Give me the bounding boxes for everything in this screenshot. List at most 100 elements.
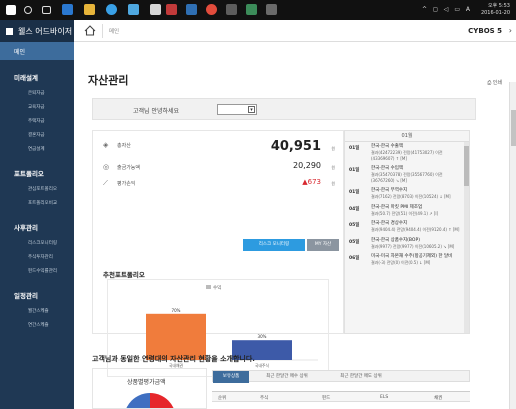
- home-icon[interactable]: [84, 25, 96, 36]
- divider: [102, 23, 103, 38]
- sidebar-section-aftercare[interactable]: 사후관리: [0, 210, 74, 236]
- calendar-item-detail: 결과(42472239) 전망(41753027) 이전(43369607) ↑…: [371, 150, 443, 161]
- app-icon[interactable]: [186, 4, 197, 15]
- sidebar-section-future-plan[interactable]: 미래설계: [0, 60, 74, 86]
- unit-label: 원: [331, 181, 335, 186]
- unit-label: 원: [331, 165, 335, 170]
- windows-start-icon[interactable]: [6, 5, 16, 15]
- asset-summary-panel: ◈ 총자산 40,951 원 ◎ 출금가능액 20,290 원 ⟋ 평가손익 ▲…: [92, 130, 344, 377]
- calendar-item[interactable]: 01일 한국-한국 무역수지 결과(7162) 전망(8703) 이전(10524)…: [345, 186, 469, 203]
- calendar-item-date: 04일: [349, 206, 360, 212]
- peer-tabs: 보유상품 최근 한달간 매수 상위 최근 한달간 매도 상위: [212, 370, 470, 383]
- calendar-item[interactable]: 01일 한국-한국 수출액 결과(42472239) 전망(41753027) 이전…: [345, 142, 469, 164]
- tab-top-buys[interactable]: 최근 한달간 매수 상위: [251, 371, 323, 383]
- chrome-icon[interactable]: [206, 4, 217, 15]
- total-asset-label: 총자산: [117, 143, 131, 149]
- bar-value-label: 70%: [172, 308, 181, 313]
- store-icon[interactable]: [128, 4, 139, 15]
- input-language-indicator[interactable]: A: [466, 6, 472, 13]
- total-asset-value: 40,951: [270, 139, 321, 154]
- ie-browser-icon[interactable]: [106, 4, 117, 15]
- calendar-item-detail: 결과(9977) 전망(9977) 이전(10605.2) ↘ [M]: [371, 243, 455, 249]
- app-icon[interactable]: [166, 4, 177, 15]
- menu-toggle-icon[interactable]: [6, 27, 13, 35]
- breadcrumb[interactable]: 메인: [109, 27, 119, 35]
- sidebar-item-stock-management[interactable]: 주식투자관리: [0, 250, 74, 264]
- greeting-text: 고객님 안녕하세요: [133, 108, 180, 115]
- column-fund: 펀드: [322, 396, 331, 401]
- unit-label: 원: [331, 146, 335, 151]
- donut-chart: [126, 393, 174, 408]
- withdrawable-row: ◎ 출금가능액 20,290 원: [103, 161, 335, 173]
- calendar-item[interactable]: 06일 미국-미국 자본재 수주(항공기제외) 한 달비 결과(-3) 전망(0) …: [345, 252, 469, 269]
- sidebar-item-home[interactable]: 메인: [0, 42, 74, 60]
- search-icon[interactable]: [24, 6, 32, 14]
- risk-monitoring-button[interactable]: 리스크 모니터링: [243, 239, 305, 251]
- product-valuation-chart: 상품별평가금액: [92, 368, 207, 409]
- customer-select[interactable]: ▾: [217, 104, 257, 115]
- chevron-down-icon[interactable]: ▾: [248, 106, 255, 113]
- sidebar-item-compare-portfolio[interactable]: 포트폴리오비교: [0, 196, 74, 210]
- sidebar-item-risk-monitoring[interactable]: 리스크모니터링: [0, 236, 74, 250]
- sidebar-item-wedding[interactable]: 결혼자금: [0, 128, 74, 142]
- page-scrollbar[interactable]: [509, 82, 516, 409]
- calendar-item-detail: 결과(7162) 전망(8703) 이전(10524) ↓ [M]: [371, 194, 451, 199]
- print-button[interactable]: ⎙ 인쇄: [487, 79, 502, 86]
- calendar-item-date: 05일: [349, 223, 360, 228]
- calendar-item-date: 05일: [349, 239, 360, 245]
- app-icon[interactable]: [266, 4, 277, 15]
- page-scroll-thumb[interactable]: [511, 110, 516, 146]
- sidebar-item-monthly-schedule[interactable]: 월간스케쥴: [0, 304, 74, 318]
- calendar-list: 01일 한국-한국 수출액 결과(42472239) 전망(41753027) 이전…: [345, 142, 469, 269]
- my-asset-button[interactable]: MY 자산: [307, 239, 339, 251]
- calendar-item-date: 01일: [349, 168, 360, 173]
- edge-browser-icon[interactable]: [62, 4, 73, 15]
- sidebar-section-portfolio[interactable]: 포트폴리오: [0, 156, 74, 182]
- calendar-item[interactable]: 04일 한국-한국 마킷 PMI 제조업 결과(50.7) 전망(51) 이전(49…: [345, 203, 469, 220]
- chevron-right-icon[interactable]: ›: [509, 26, 512, 35]
- file-explorer-icon[interactable]: [84, 4, 95, 15]
- system-tray[interactable]: ^ ◻ ◁ ▭ A: [422, 6, 472, 13]
- calendar-item-detail: 결과(50.7) 전망(51) 이전(49.1) ↗ [I]: [371, 210, 439, 216]
- cash-icon: ◎: [103, 163, 110, 171]
- sidebar-item-education[interactable]: 교육자금: [0, 100, 74, 114]
- peer-table-header: 순위 주식 펀드 ELS 채권: [212, 391, 470, 402]
- task-view-icon[interactable]: [42, 6, 51, 14]
- customer-greeting-box: 고객님 안녕하세요 ▾: [92, 98, 476, 120]
- calendar-scrollbar[interactable]: [464, 142, 469, 333]
- recommended-portfolio-title: 추천포트폴리오: [103, 271, 145, 279]
- sidebar-item-retirement[interactable]: 은퇴자금: [0, 86, 74, 100]
- sidebar-item-yearly-schedule[interactable]: 연간스케쥴: [0, 318, 74, 332]
- app-header: 웰스 어드바이저: [0, 20, 74, 42]
- clock-time: 오후 5:53: [487, 3, 510, 9]
- peer-status-title: 고객님과 동일한 연령대의 자산관리 현황을 소개합니다.: [92, 355, 255, 363]
- tab-top-sells[interactable]: 최근 한달간 매도 상위: [325, 371, 397, 383]
- donut-slice-blue: [126, 393, 150, 408]
- calendar-item[interactable]: 05일 한국-한국 상품수지(BOP) 결과(9977) 전망(9977) 이전(1…: [345, 236, 469, 253]
- donut-slice-red: [150, 393, 174, 408]
- calendar-item-detail: 결과(-3) 전망(0) 이전(0.5) ↓ [M]: [371, 260, 431, 265]
- clock[interactable]: 오후 5:53 2016-01-20: [481, 3, 510, 17]
- brand-label: CYBOS 5: [468, 27, 502, 35]
- calendar-scroll-thumb[interactable]: [464, 146, 469, 186]
- app-icon[interactable]: [246, 4, 257, 15]
- pnl-value: ▲673: [302, 178, 321, 186]
- calendar-item[interactable]: 05일 한국-한국 경상수지 결과(9404.4) 전망(9404.4) 이전(91…: [345, 219, 469, 236]
- clock-date: 2016-01-20: [480, 10, 510, 16]
- sidebar-item-housing[interactable]: 주택자금: [0, 114, 74, 128]
- calendar-item-date: 06일: [349, 256, 360, 261]
- tab-holdings[interactable]: 보유상품: [213, 371, 249, 383]
- calendar-month-header: 01월: [345, 131, 469, 142]
- app-title: 웰스 어드바이저: [18, 26, 73, 36]
- app-icon[interactable]: [150, 4, 161, 15]
- calendar-item-date: 01일: [349, 146, 360, 151]
- calendar-item[interactable]: 01일 한국-한국 수입액 결과(35470378) 전망(35567760) 이전…: [345, 164, 469, 186]
- app-icon[interactable]: [226, 4, 237, 15]
- sidebar-item-pension[interactable]: 연금설계: [0, 142, 74, 156]
- sidebar-item-fund-returns[interactable]: 펀드수익률관리: [0, 264, 74, 278]
- withdrawable-value: 20,290: [293, 161, 321, 170]
- sidebar-section-schedule[interactable]: 일정관리: [0, 278, 74, 304]
- pnl-label: 평가손익: [117, 181, 136, 187]
- calendar-item-detail: 결과(35470378) 전망(35567760) 이전(36767260) ↘…: [371, 172, 443, 183]
- sidebar-item-watch-portfolio[interactable]: 관심포트폴리오: [0, 182, 74, 196]
